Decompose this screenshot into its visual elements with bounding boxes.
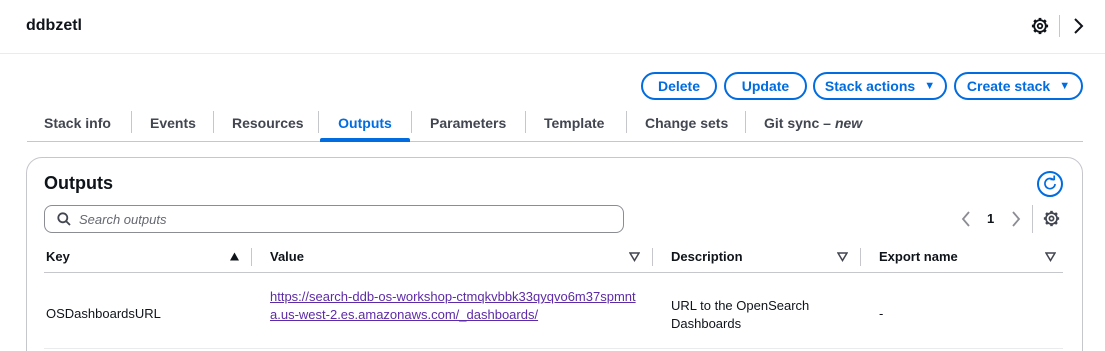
create-stack-button[interactable]: Create stack ▼	[954, 72, 1083, 100]
update-button-label: Update	[741, 78, 790, 94]
column-divider[interactable]	[860, 248, 861, 266]
column-header-export-name[interactable]: Export name	[879, 249, 958, 264]
tab-change-sets[interactable]: Change sets	[645, 104, 728, 141]
dash: –	[819, 114, 831, 131]
refresh-icon[interactable]	[1037, 171, 1063, 197]
sort-icon[interactable]	[837, 251, 848, 262]
sort-icon[interactable]	[1045, 251, 1056, 262]
column-divider[interactable]	[652, 248, 653, 266]
tab-divider	[213, 111, 214, 133]
search-icon	[57, 212, 71, 226]
search-input[interactable]	[79, 209, 609, 229]
tab-outputs[interactable]: Outputs	[320, 104, 410, 142]
tab-divider	[411, 111, 412, 133]
column-header-description[interactable]: Description	[671, 249, 743, 264]
create-stack-label: Create stack	[966, 78, 1051, 94]
new-badge: new	[834, 114, 863, 131]
gear-icon[interactable]	[1031, 17, 1049, 35]
output-key: OSDashboardsURL	[46, 306, 161, 321]
delete-button-label: Delete	[657, 78, 701, 94]
search-box	[44, 205, 624, 233]
chevron-left-icon[interactable]	[961, 211, 971, 227]
chevron-right-icon[interactable]	[1071, 17, 1085, 35]
delete-button[interactable]: Delete	[641, 72, 717, 100]
tab-git-sync[interactable]: Git sync – new	[764, 104, 862, 141]
sort-icon[interactable]	[629, 251, 640, 262]
update-button[interactable]: Update	[724, 72, 807, 100]
tab-divider	[131, 111, 132, 133]
tab-stack-info[interactable]: Stack info	[44, 104, 111, 141]
tab-divider	[318, 111, 319, 133]
column-header-value[interactable]: Value	[270, 249, 304, 264]
caret-down-icon: ▼	[1059, 80, 1071, 92]
output-description: URL to the OpenSearch Dashboards	[671, 298, 810, 331]
tab-template[interactable]: Template	[544, 104, 604, 141]
stack-name: ddbzetl	[26, 17, 82, 34]
divider	[1059, 15, 1060, 37]
page-number[interactable]: 1	[987, 211, 994, 226]
tab-events[interactable]: Events	[150, 104, 196, 141]
gear-icon[interactable]	[1043, 210, 1060, 227]
column-divider[interactable]	[251, 248, 252, 266]
stack-actions-label: Stack actions	[824, 78, 916, 94]
output-value-link[interactable]: https://search-ddb-os-workshop-ctmqkvbbk…	[270, 288, 640, 324]
panel-title: Outputs	[44, 173, 113, 193]
top-bar: ddbzetl	[0, 0, 1105, 54]
column-header-key[interactable]: Key	[46, 249, 70, 264]
caret-down-icon: ▼	[924, 80, 936, 92]
row-divider	[44, 348, 1063, 349]
divider	[1032, 205, 1033, 233]
sort-ascending-icon[interactable]	[229, 251, 240, 262]
tab-parameters[interactable]: Parameters	[430, 104, 506, 141]
tab-git-sync-label: Git sync	[764, 114, 820, 131]
tab-divider	[525, 111, 526, 133]
tab-bar: Stack info Events Resources Outputs Para…	[27, 104, 1083, 142]
tab-divider	[745, 111, 746, 133]
tab-divider	[626, 111, 627, 133]
chevron-right-icon[interactable]	[1011, 211, 1021, 227]
header-divider	[44, 272, 1063, 273]
stack-actions-button[interactable]: Stack actions ▼	[813, 72, 947, 100]
output-export-name: -	[879, 306, 884, 321]
tab-resources[interactable]: Resources	[232, 104, 304, 141]
